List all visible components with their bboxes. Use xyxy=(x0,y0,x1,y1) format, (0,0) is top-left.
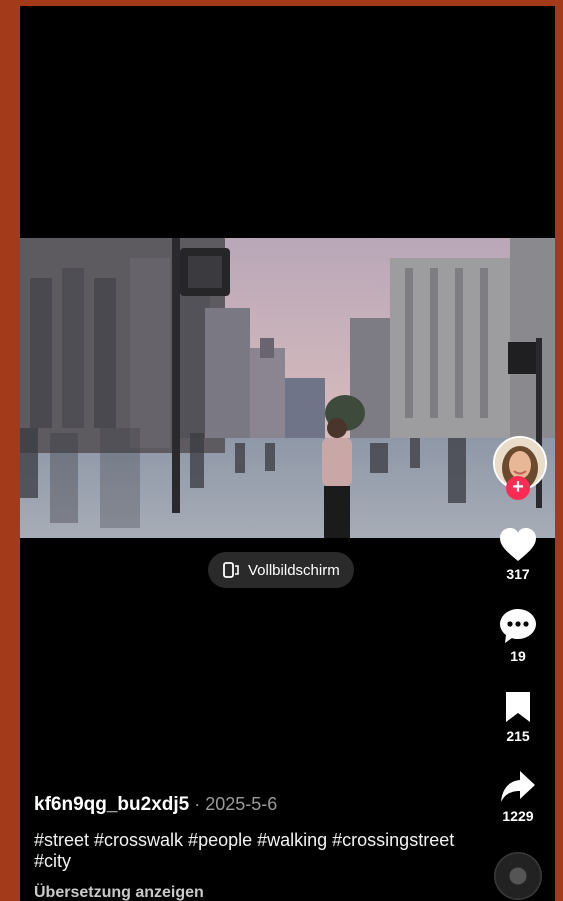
comment-icon xyxy=(500,609,536,643)
fullscreen-button[interactable]: Vollbildschirm xyxy=(208,552,354,588)
caption[interactable]: #street #crosswalk #people #walking #cro… xyxy=(34,830,474,872)
fullscreen-icon xyxy=(223,562,239,578)
heart-icon xyxy=(500,528,536,561)
share-count: 1229 xyxy=(502,808,534,824)
save-button[interactable]: 215 xyxy=(490,690,546,744)
separator: · xyxy=(189,794,206,814)
video-player[interactable] xyxy=(20,238,555,538)
save-count: 215 xyxy=(506,728,530,744)
post-meta: kf6n9qg_bu2xdj5 · 2025-5-6 #street #cros… xyxy=(34,794,474,901)
video-frame xyxy=(20,238,555,538)
comment-count: 19 xyxy=(510,648,526,664)
bookmark-icon xyxy=(506,692,530,722)
comment-button[interactable]: 19 xyxy=(490,608,546,664)
post-date: 2025-5-6 xyxy=(205,794,278,814)
fullscreen-label: Vollbildschirm xyxy=(248,561,340,579)
share-button[interactable]: 1229 xyxy=(490,770,546,824)
follow-plus-icon[interactable]: + xyxy=(506,476,530,500)
video-screen: Vollbildschirm + 317 19 215 1229 kf6n9qg… xyxy=(20,6,555,901)
like-count: 317 xyxy=(506,566,530,582)
share-icon xyxy=(501,771,535,802)
music-disc-icon[interactable] xyxy=(494,852,542,900)
username[interactable]: kf6n9qg_bu2xdj5 xyxy=(34,794,189,815)
translate-link[interactable]: Übersetzung anzeigen xyxy=(34,884,474,901)
user-line: kf6n9qg_bu2xdj5 · 2025-5-6 xyxy=(34,794,474,816)
like-button[interactable]: 317 xyxy=(490,528,546,582)
